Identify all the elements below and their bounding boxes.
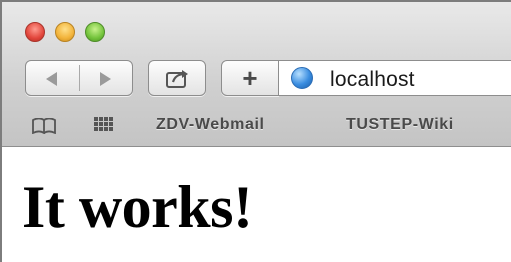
page-content: It works! — [2, 147, 511, 262]
back-arrow-icon[interactable] — [46, 72, 57, 86]
new-tab-button[interactable]: + — [221, 60, 279, 96]
bookmark-zdv-webmail[interactable]: ZDV-Webmail — [156, 116, 265, 134]
share-button[interactable] — [148, 60, 206, 96]
back-forward-buttons — [25, 60, 133, 96]
share-icon — [166, 70, 188, 88]
bookmarks-bar: ZDV-Webmail TUSTEP-Wiki — [2, 107, 511, 143]
plus-icon: + — [242, 63, 258, 93]
grid-icon[interactable] — [94, 117, 114, 135]
page-heading: It works! — [22, 174, 253, 240]
bookmark-tustep-wiki[interactable]: TUSTEP-Wiki — [346, 116, 454, 134]
zoom-window-button[interactable] — [85, 22, 105, 42]
nav-divider — [79, 65, 80, 91]
address-bar[interactable]: localhost — [278, 60, 511, 96]
address-bar-url[interactable]: localhost — [330, 68, 415, 92]
browser-window: + localhost ZDV-Webmail TUSTEP-Wiki It w — [0, 0, 511, 262]
forward-arrow-icon[interactable] — [100, 72, 111, 86]
browser-toolbar: + localhost ZDV-Webmail TUSTEP-Wiki — [2, 2, 511, 147]
globe-icon — [291, 67, 313, 89]
minimize-window-button[interactable] — [55, 22, 75, 42]
close-window-button[interactable] — [25, 22, 45, 42]
book-icon[interactable] — [32, 118, 56, 134]
